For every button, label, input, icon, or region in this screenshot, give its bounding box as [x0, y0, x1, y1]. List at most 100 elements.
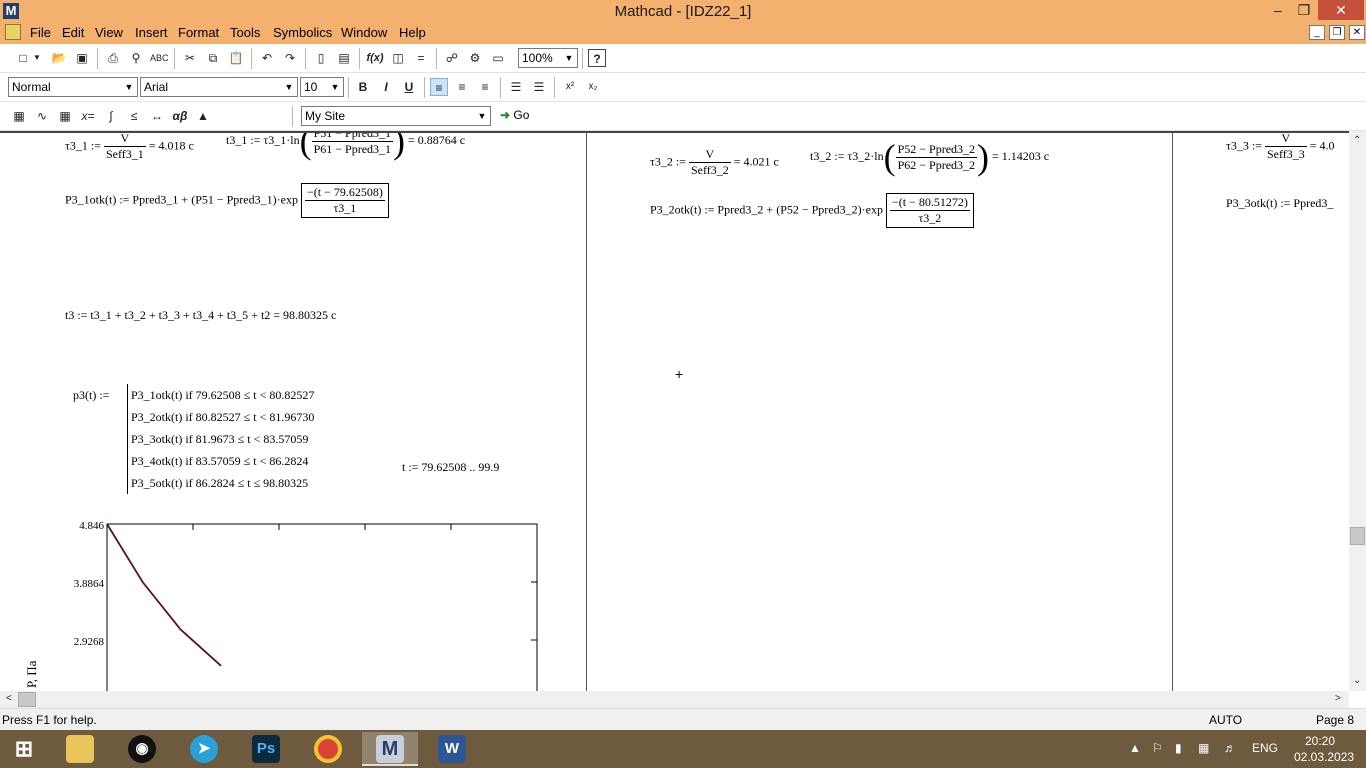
start-button[interactable]: ⊞ [0, 732, 48, 766]
scroll-right-icon[interactable]: > [1335, 693, 1341, 704]
bullets-icon[interactable]: ☰ [507, 78, 525, 96]
scroll-up-icon[interactable]: ⌃ [1353, 135, 1361, 146]
menu-file[interactable]: File [30, 25, 51, 40]
graph-toolbar-icon[interactable]: ∿ [33, 107, 51, 125]
t3-1-region[interactable]: t3_1 := τ3_1·ln(P51 − Ppred3_1 P61 − Ppre… [226, 133, 465, 159]
font-size-select[interactable]: 10 ▼ [300, 77, 344, 97]
greek-toolbar-icon[interactable]: αβ [171, 107, 189, 125]
p3-2otk-region[interactable]: P3_2otk(t) := Ppred3_2 + (P52 − Ppred3_2… [650, 193, 974, 228]
menu-symbolics[interactable]: Symbolics [273, 25, 332, 40]
menu-view[interactable]: View [95, 25, 123, 40]
minimize-icon[interactable]: – [1264, 0, 1292, 20]
style-select[interactable]: Normal ▼ [8, 77, 138, 97]
taskbar-messenger[interactable]: ◉ [114, 732, 170, 766]
zoom-select[interactable]: 100% ▼ [518, 48, 578, 68]
t-range-region[interactable]: t := 79.62508 .. 99.9 [402, 460, 499, 475]
p3-1otk-region[interactable]: P3_1otk(t) := Ppred3_1 + (P51 − Ppred3_1… [65, 183, 389, 218]
align-right-icon[interactable]: ≡ [476, 78, 494, 96]
worksheet[interactable]: τ3_1 := V Seff3_1 = 4.018 c t3_1 := τ3_1·… [0, 131, 1349, 691]
taskbar-word[interactable]: W [424, 732, 480, 766]
scroll-down-icon[interactable]: ⌄ [1353, 675, 1361, 686]
symbolic-toolbar-icon[interactable]: ▲ [194, 107, 212, 125]
underline-icon[interactable]: U [400, 78, 418, 96]
save-icon[interactable]: ▣ [73, 49, 91, 67]
volume-icon[interactable]: ♬ [1224, 741, 1236, 755]
taskbar-mathcad[interactable]: M [362, 732, 418, 766]
tau3-1-region[interactable]: τ3_1 := V Seff3_1 = 4.018 c [65, 133, 194, 162]
close-icon[interactable]: ✕ [1318, 0, 1364, 20]
tray-chevron-icon[interactable]: ▲ [1129, 741, 1141, 755]
menu-edit[interactable]: Edit [62, 25, 84, 40]
calculus-toolbar-icon[interactable]: ∫ [102, 107, 120, 125]
programming-toolbar-icon[interactable]: ↔ [148, 107, 166, 125]
calculate-icon[interactable]: = [412, 49, 430, 67]
boolean-toolbar-icon[interactable]: ≤ [125, 107, 143, 125]
vertical-scrollbar[interactable]: ⌃ ⌄ [1349, 131, 1366, 691]
clock[interactable]: 20:20 02.03.2023 [1294, 733, 1355, 765]
taskbar-photoshop[interactable]: Ps [238, 732, 294, 766]
battery-icon[interactable]: ▮ [1175, 741, 1182, 755]
p3-3otk-region[interactable]: P3_3otk(t) := Ppred3_ [1226, 196, 1333, 211]
evaluation-toolbar-icon[interactable]: x= [79, 107, 97, 125]
taskbar-chrome[interactable] [300, 732, 356, 766]
doc-minimize-icon[interactable]: _ [1309, 25, 1325, 40]
network-icon[interactable]: ▦ [1198, 741, 1209, 755]
bold-icon[interactable]: B [354, 78, 372, 96]
matrix-toolbar-icon[interactable]: ▦ [56, 107, 74, 125]
superscript-icon[interactable]: x² [561, 78, 579, 96]
menu-format[interactable]: Format [178, 25, 219, 40]
taskbar-telegram[interactable]: ➤ [176, 732, 232, 766]
document-icon[interactable] [5, 24, 21, 40]
align-left-icon[interactable]: ≡ [430, 78, 448, 96]
numbering-icon[interactable]: ☰ [530, 78, 548, 96]
p3-piecewise-region[interactable]: P3_1otk(t) if 79.62508 ≤ t < 80.82527 P3… [127, 384, 314, 494]
align-center-icon[interactable]: ≡ [453, 78, 471, 96]
italic-icon[interactable]: I [377, 78, 395, 96]
horizontal-scrollbar[interactable]: < > [0, 691, 1349, 708]
language-indicator[interactable]: ENG [1252, 741, 1278, 755]
copy-icon[interactable]: ⧉ [204, 49, 222, 67]
paste-icon[interactable]: 📋 [227, 49, 245, 67]
align-down-icon[interactable]: ▤ [335, 49, 353, 67]
go-button[interactable]: ➜ Go [500, 108, 529, 122]
tau3-3-region[interactable]: τ3_3 := V Seff3_3 = 4.0 [1226, 133, 1335, 162]
help-icon[interactable]: ? [588, 49, 606, 67]
menu-help[interactable]: Help [399, 25, 426, 40]
vertical-scroll-thumb[interactable] [1350, 527, 1365, 545]
align-across-icon[interactable]: ▯ [312, 49, 330, 67]
print-preview-icon[interactable]: ⚲ [127, 49, 145, 67]
insert-function-icon[interactable]: f(x) [366, 49, 384, 67]
tau3-2-region[interactable]: τ3_2 := V Seff3_2 = 4.021 c [650, 147, 779, 178]
font-select[interactable]: Arial ▼ [140, 77, 298, 97]
new-icon[interactable]: □ [14, 49, 32, 67]
taskbar-file-explorer[interactable] [52, 732, 108, 766]
clock-date: 02.03.2023 [1294, 750, 1355, 764]
resource-center-icon[interactable]: ▭ [489, 49, 507, 67]
doc-restore-icon[interactable]: ❐ [1329, 25, 1345, 40]
menu-window[interactable]: Window [341, 25, 387, 40]
spell-check-icon[interactable]: ABC [150, 49, 169, 67]
scroll-left-icon[interactable]: < [6, 693, 12, 704]
insert-component-icon[interactable]: ⚙ [466, 49, 484, 67]
doc-close-icon[interactable]: ✕ [1349, 25, 1365, 40]
t3-2-region[interactable]: t3_2 := τ3_2·ln(P52 − Ppred3_2 P62 − Ppre… [810, 139, 1049, 175]
undo-icon[interactable]: ↶ [258, 49, 276, 67]
restore-icon[interactable]: ❐ [1290, 0, 1318, 20]
insert-unit-icon[interactable]: ◫ [389, 49, 407, 67]
horizontal-scroll-thumb[interactable] [18, 692, 36, 707]
redo-icon[interactable]: ↷ [281, 49, 299, 67]
calculator-toolbar-icon[interactable]: ▦ [10, 107, 28, 125]
menu-tools[interactable]: Tools [230, 25, 260, 40]
p3-definition-label[interactable]: p3(t) := [73, 388, 109, 403]
action-center-icon[interactable]: ⚐ [1152, 741, 1163, 755]
subscript-icon[interactable]: x₂ [584, 78, 602, 96]
menu-insert[interactable]: Insert [135, 25, 168, 40]
cut-icon[interactable]: ✂ [181, 49, 199, 67]
insert-hyperlink-icon[interactable]: ☍ [443, 49, 461, 67]
new-dropdown-icon[interactable]: ▼ [32, 49, 42, 67]
open-icon[interactable]: 📂 [50, 49, 68, 67]
t3-sum-region[interactable]: t3 := t3_1 + t3_2 + t3_3 + t3_4 + t3_5 +… [65, 308, 336, 323]
pressure-graph[interactable]: 4.846 3.8864 2.9268 P, Па [0, 518, 560, 691]
print-icon[interactable]: ⎙ [104, 49, 122, 67]
resource-select[interactable]: My Site ▼ [301, 106, 491, 126]
